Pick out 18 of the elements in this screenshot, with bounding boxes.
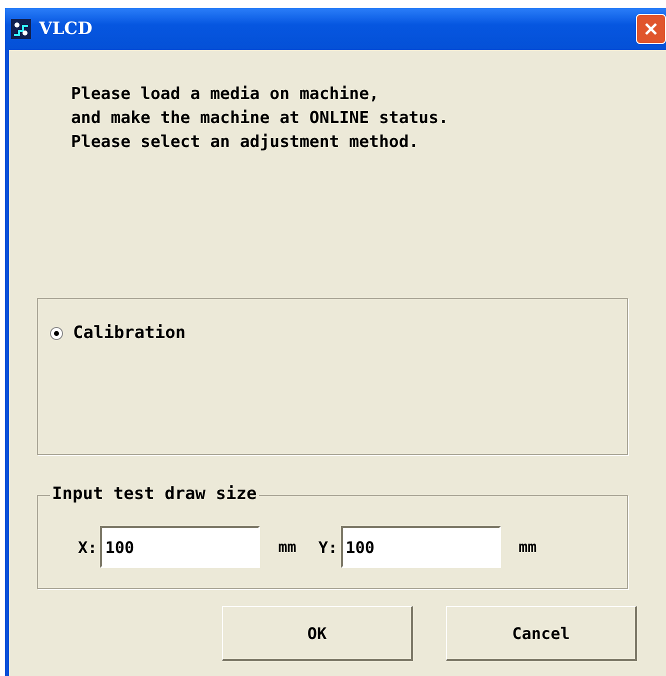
- field-label: X:: [78, 538, 98, 556]
- message-text: and make the machine at ONLINE status.: [71, 107, 450, 129]
- app-icon: [11, 19, 31, 39]
- window-title: VLCD: [39, 19, 92, 39]
- message-text: Please select an adjustment method.: [71, 131, 420, 153]
- radio-label[interactable]: Calibration: [73, 323, 186, 343]
- close-icon: [643, 21, 659, 37]
- group-title: Input test draw size: [50, 484, 259, 504]
- unit-label: mm: [278, 538, 296, 556]
- unit-label: mm: [518, 538, 537, 556]
- field-label: Y:: [318, 538, 338, 556]
- dialog-button[interactable]: OK: [222, 606, 413, 661]
- close-button[interactable]: [636, 14, 666, 44]
- message-text: Please load a media on machine,: [71, 83, 380, 105]
- dialog-button[interactable]: Cancel: [446, 606, 637, 661]
- radio-button[interactable]: [50, 326, 63, 340]
- size-input[interactable]: 100: [100, 526, 260, 568]
- size-input[interactable]: 100: [340, 526, 501, 568]
